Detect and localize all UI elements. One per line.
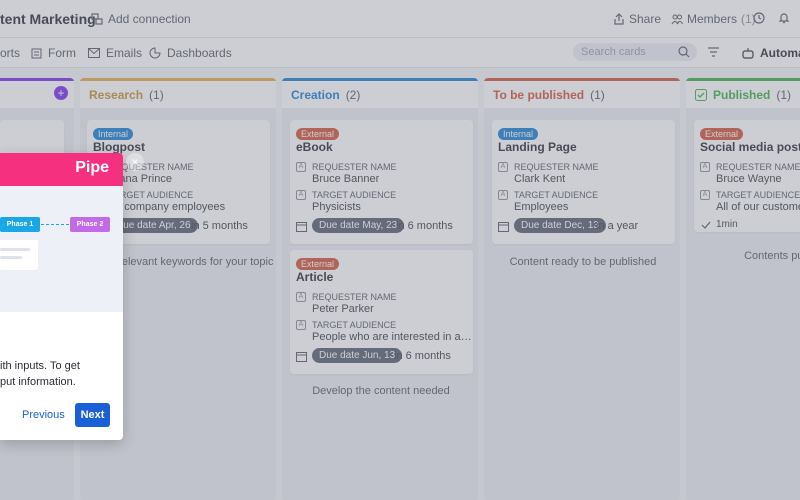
- previous-button[interactable]: Previous: [22, 409, 65, 421]
- phase2-chip: Phase 2: [70, 217, 110, 232]
- onboarding-modal: Pipe Phase 1 Phase 2 ith inputs. To get …: [0, 153, 123, 440]
- arrow-icon: [41, 224, 69, 225]
- illustration-line: [0, 256, 22, 259]
- modal-text-line: ith inputs. To get: [0, 360, 80, 372]
- phase-illustration: Phase 1 Phase 2: [0, 186, 123, 312]
- pipefy-logo: Pipe: [75, 159, 109, 176]
- illustration-line: [0, 248, 30, 251]
- modal-text-line: put information.: [0, 376, 76, 388]
- modal-description: ith inputs. To get put information.: [0, 358, 123, 390]
- close-icon[interactable]: ×: [126, 153, 144, 171]
- phase1-chip: Phase 1: [0, 217, 40, 232]
- next-button[interactable]: Next: [75, 403, 110, 427]
- modal-header: Pipe: [0, 153, 123, 186]
- illustration-card: [0, 240, 38, 270]
